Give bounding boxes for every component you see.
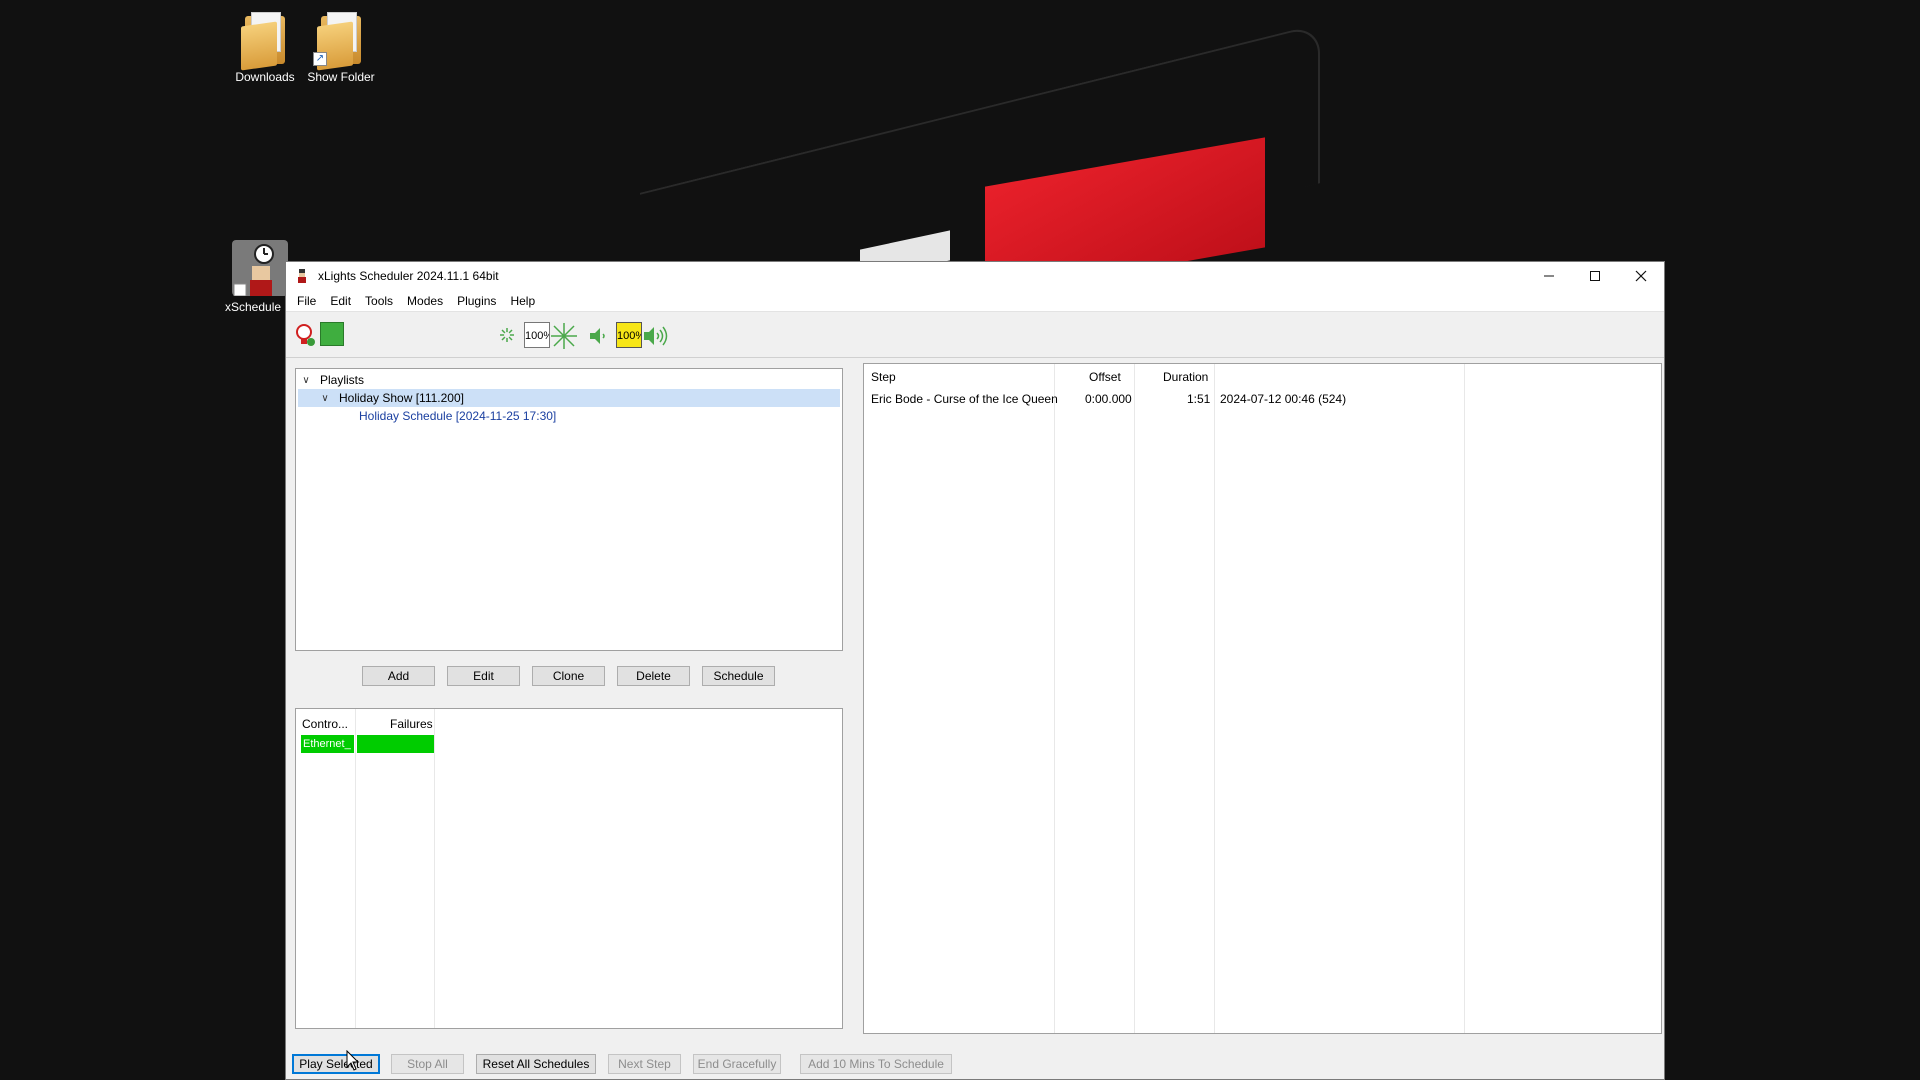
- tree-item-holiday-show[interactable]: ∨ Holiday Show [111.200]: [298, 389, 840, 407]
- maximize-button[interactable]: [1572, 262, 1618, 290]
- add-button[interactable]: Add: [362, 666, 435, 686]
- menu-help[interactable]: Help: [503, 294, 542, 308]
- tree-item-holiday-schedule[interactable]: Holiday Schedule [2024-11-25 17:30]: [359, 407, 819, 425]
- xlights-scheduler-window: xLights Scheduler 2024.11.1 64bit File E…: [285, 261, 1665, 1080]
- minimize-button[interactable]: [1526, 262, 1572, 290]
- bottom-button-bar: Play Selected Stop All Reset All Schedul…: [286, 1042, 1664, 1080]
- playlist-tree[interactable]: ∨ Playlists ∨ Holiday Show [111.200] Hol…: [295, 368, 843, 651]
- controller-name-cell[interactable]: Ethernet_: [301, 735, 354, 753]
- menu-tools[interactable]: Tools: [358, 294, 400, 308]
- play-selected-button[interactable]: Play Selected: [292, 1054, 380, 1074]
- controller-status-list[interactable]: Contro... Failures Ethernet_: [295, 708, 843, 1029]
- reset-all-schedules-button[interactable]: Reset All Schedules: [476, 1054, 596, 1074]
- schedule-button[interactable]: Schedule: [702, 666, 775, 686]
- column-divider: [1054, 364, 1055, 1033]
- column-divider: [1134, 364, 1135, 1033]
- desktop-icon-label: Downloads: [235, 70, 295, 84]
- close-icon: [1635, 270, 1647, 282]
- column-divider: [1464, 364, 1465, 1033]
- desktop-icon-downloads[interactable]: Downloads: [225, 10, 305, 84]
- delete-button[interactable]: Delete: [617, 666, 690, 686]
- xschedule-nutcracker-icon: [298, 269, 306, 283]
- end-gracefully-button[interactable]: End Gracefully: [693, 1054, 781, 1074]
- window-title: xLights Scheduler 2024.11.1 64bit: [318, 269, 499, 283]
- column-header-step[interactable]: Step: [871, 370, 896, 384]
- column-header-offset[interactable]: Offset: [1089, 370, 1121, 384]
- title-bar[interactable]: xLights Scheduler 2024.11.1 64bit: [286, 262, 1664, 290]
- toolbar: 100% 100%: [286, 312, 1664, 358]
- clone-button[interactable]: Clone: [532, 666, 605, 686]
- step-date-cell: 2024-07-12 00:46 (524): [1220, 392, 1347, 406]
- tree-label-playlists: Playlists: [320, 373, 365, 387]
- menu-bar: File Edit Tools Modes Plugins Help: [286, 290, 1664, 312]
- column-header-controller[interactable]: Contro...: [302, 717, 348, 731]
- controller-failures-cell[interactable]: [357, 735, 434, 753]
- minimize-icon: [1544, 275, 1554, 277]
- maximize-icon: [1590, 271, 1600, 281]
- chevron-down-icon[interactable]: ∨: [317, 393, 333, 404]
- tree-label-holiday-schedule: Holiday Schedule [2024-11-25 17:30]: [359, 409, 557, 423]
- chevron-down-icon[interactable]: ∨: [298, 375, 314, 386]
- step-name-cell: Eric Bode - Curse of the Ice Queen: [871, 392, 1058, 406]
- desktop-icon-show-folder[interactable]: ↗ Show Folder: [301, 10, 381, 84]
- mouse-cursor-icon: [346, 1050, 360, 1071]
- step-duration-cell: 1:51: [1187, 392, 1211, 406]
- brightness-high-icon[interactable]: [551, 323, 577, 349]
- stop-all-button[interactable]: Stop All: [391, 1054, 464, 1074]
- volume-value[interactable]: 100%: [616, 322, 642, 348]
- menu-plugins[interactable]: Plugins: [450, 294, 503, 308]
- step-offset-cell: 0:00.000: [1085, 392, 1132, 406]
- brightness-value[interactable]: 100%: [524, 322, 550, 348]
- light-bulb-settings-icon[interactable]: [294, 322, 318, 348]
- xschedule-app-icon: [232, 240, 288, 297]
- menu-edit[interactable]: Edit: [323, 294, 358, 308]
- column-header-duration[interactable]: Duration: [1163, 370, 1208, 384]
- volume-high-icon[interactable]: [642, 324, 670, 348]
- tree-item-playlists[interactable]: ∨ Playlists: [298, 371, 838, 389]
- desktop-icon-label: Show Folder: [307, 70, 375, 84]
- menu-modes[interactable]: Modes: [400, 294, 450, 308]
- add-10-mins-button[interactable]: Add 10 Mins To Schedule: [800, 1054, 952, 1074]
- playlist-steps-list[interactable]: Step Offset Duration Eric Bode - Curse o…: [863, 363, 1662, 1034]
- shortcut-arrow-icon: ↗: [313, 52, 327, 66]
- column-divider: [1214, 364, 1215, 1033]
- tree-label-holiday-show: Holiday Show [111.200]: [339, 391, 464, 405]
- folder-shortcut-icon: ↗: [313, 10, 369, 71]
- edit-button[interactable]: Edit: [447, 666, 520, 686]
- column-divider: [434, 709, 435, 1028]
- column-divider: [355, 709, 356, 1028]
- menu-file[interactable]: File: [290, 294, 323, 308]
- folder-icon: [237, 10, 293, 71]
- close-button[interactable]: [1618, 262, 1664, 290]
- volume-low-icon[interactable]: [588, 326, 610, 346]
- column-header-failures[interactable]: Failures: [390, 717, 433, 731]
- brightness-low-icon[interactable]: [500, 328, 514, 342]
- output-to-lights-icon[interactable]: [320, 322, 344, 346]
- next-step-button[interactable]: Next Step: [608, 1054, 681, 1074]
